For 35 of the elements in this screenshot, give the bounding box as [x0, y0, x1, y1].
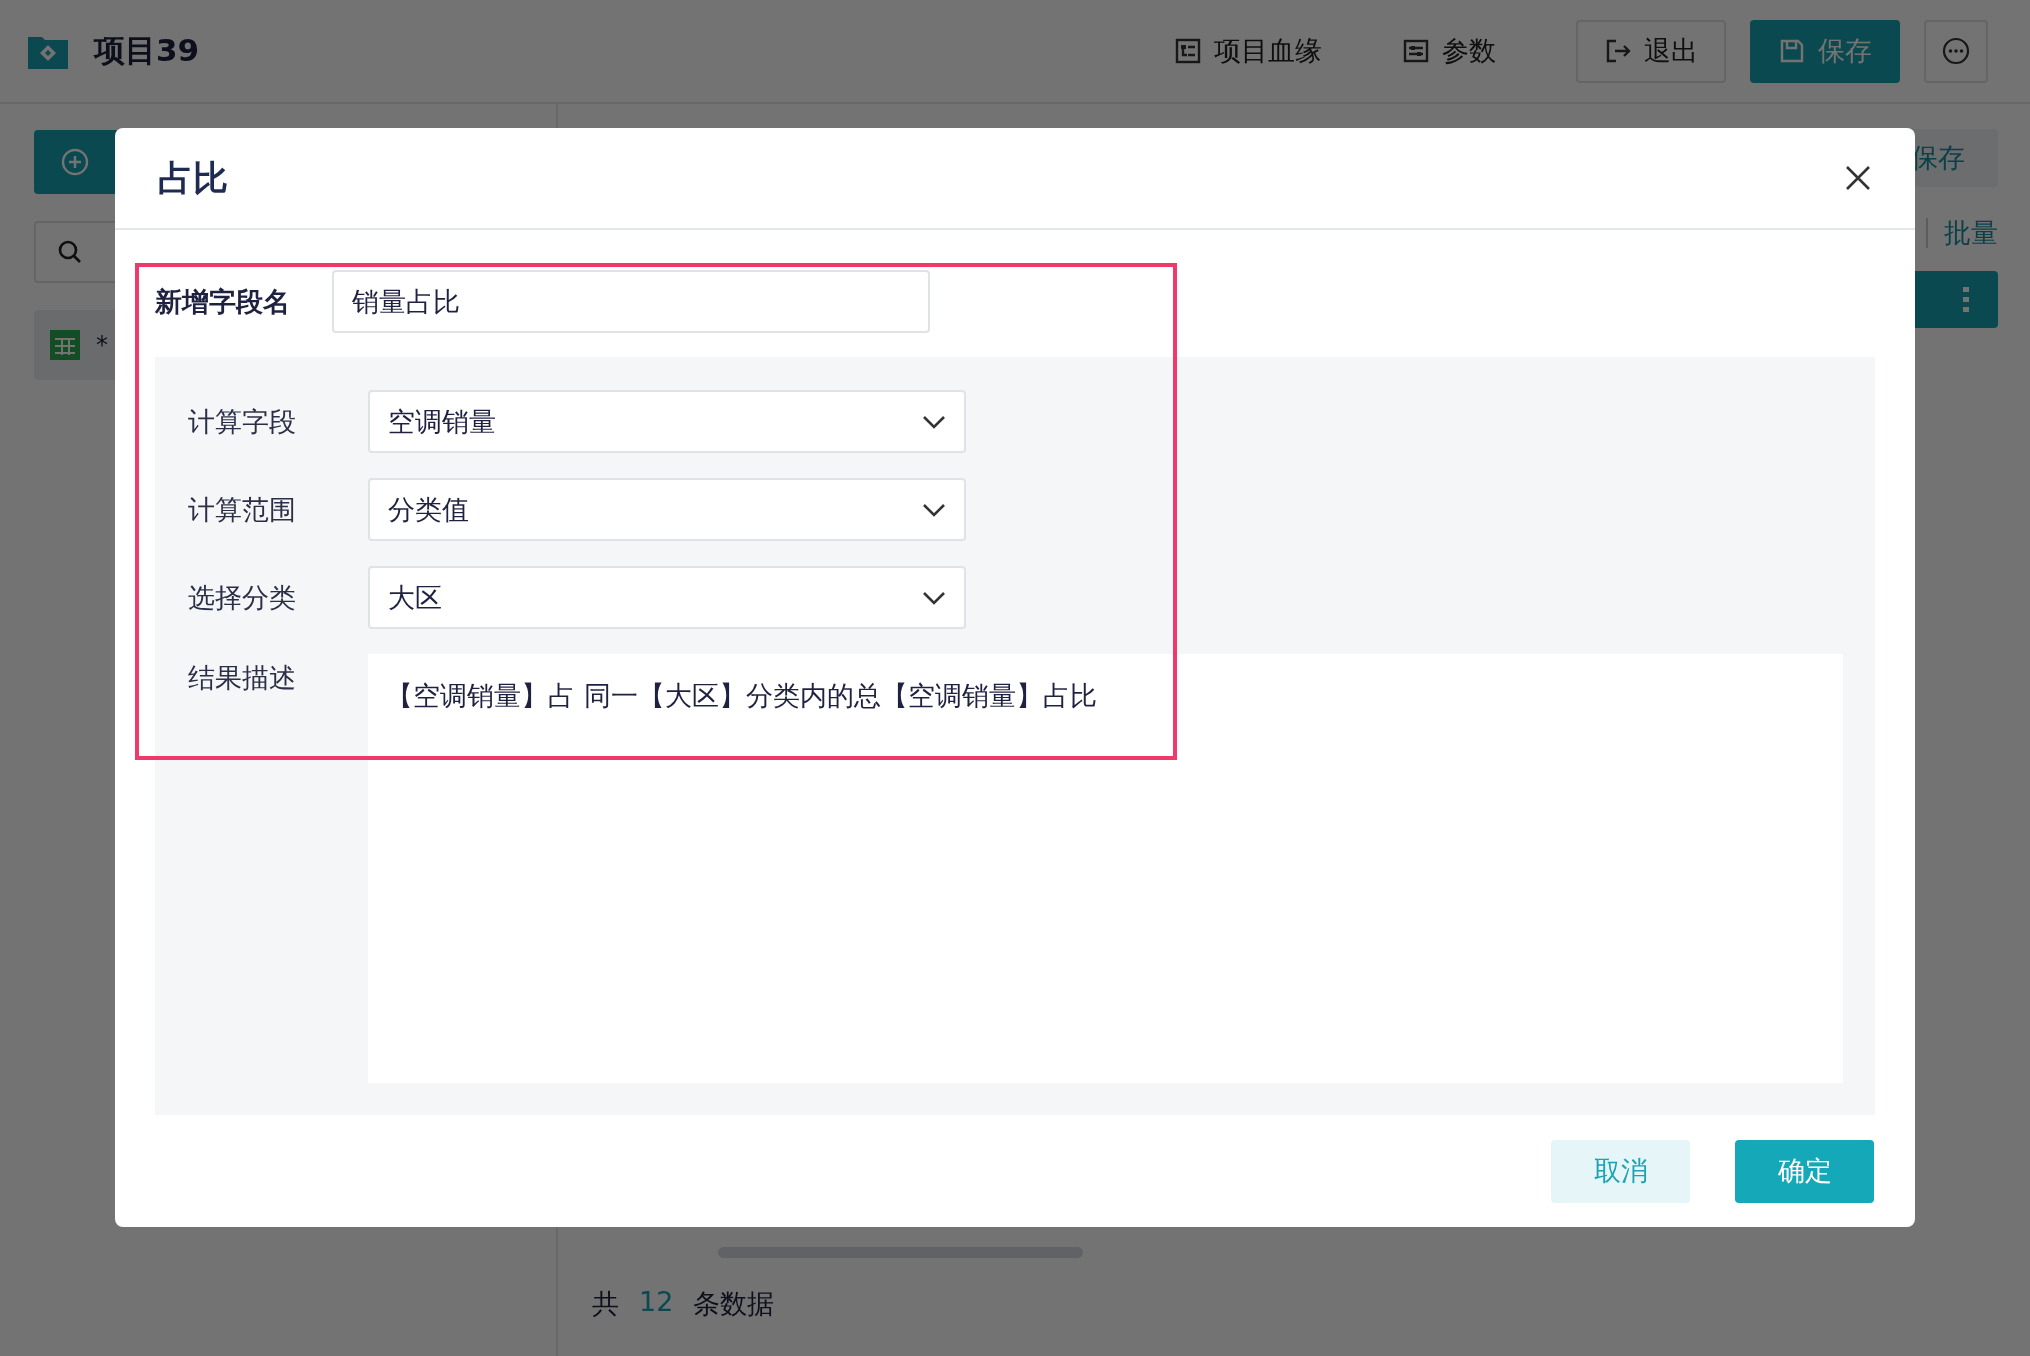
total-label: 条数据	[693, 1287, 775, 1321]
more-icon	[1941, 36, 1971, 66]
chevron-down-icon	[922, 414, 946, 429]
plus-circle-icon	[60, 147, 90, 177]
row-count: 12	[639, 1286, 674, 1319]
close-icon	[1845, 165, 1871, 191]
dropdown[interactable]: 大区	[368, 566, 966, 629]
parameters-icon	[1402, 37, 1430, 65]
exit-button[interactable]: 退出	[1576, 19, 1726, 83]
field-name-input[interactable]: 销量占比	[332, 270, 930, 333]
save-button[interactable]: 保存	[1750, 19, 1900, 83]
field-label: 选择分类	[188, 580, 297, 615]
chevron-down-icon	[922, 590, 946, 605]
save-icon	[1778, 37, 1806, 65]
total-label: 共	[592, 1287, 619, 1321]
table-icon	[50, 330, 80, 360]
lineage-icon	[1174, 37, 1202, 65]
toolbar-link[interactable]: 项目血缘	[1174, 33, 1322, 69]
exit-icon	[1604, 37, 1632, 65]
chevron-down-icon	[922, 502, 946, 517]
cancel-button[interactable]: 取消	[1551, 1139, 1690, 1203]
more-button[interactable]	[1924, 19, 1988, 83]
confirm-button[interactable]: 确定	[1735, 1139, 1874, 1203]
field-label: 新增字段名	[155, 284, 291, 319]
field-label: 计算范围	[188, 492, 297, 527]
project-title: 项目39	[94, 31, 200, 70]
toolbar-link[interactable]: 批量	[1944, 215, 1998, 251]
dropdown[interactable]: 分类值	[368, 478, 966, 541]
dialog-title: 占比	[158, 156, 228, 200]
toolbar-link[interactable]: 参数	[1402, 33, 1496, 69]
result-description: 【空调销量】占 同一【大区】分类内的总【空调销量】占比	[386, 680, 1097, 711]
dropdown[interactable]: 空调销量	[368, 390, 966, 453]
field-label: 计算字段	[188, 404, 297, 439]
field-label: 结果描述	[188, 661, 297, 695]
vertical-dots-icon	[1962, 286, 1970, 313]
